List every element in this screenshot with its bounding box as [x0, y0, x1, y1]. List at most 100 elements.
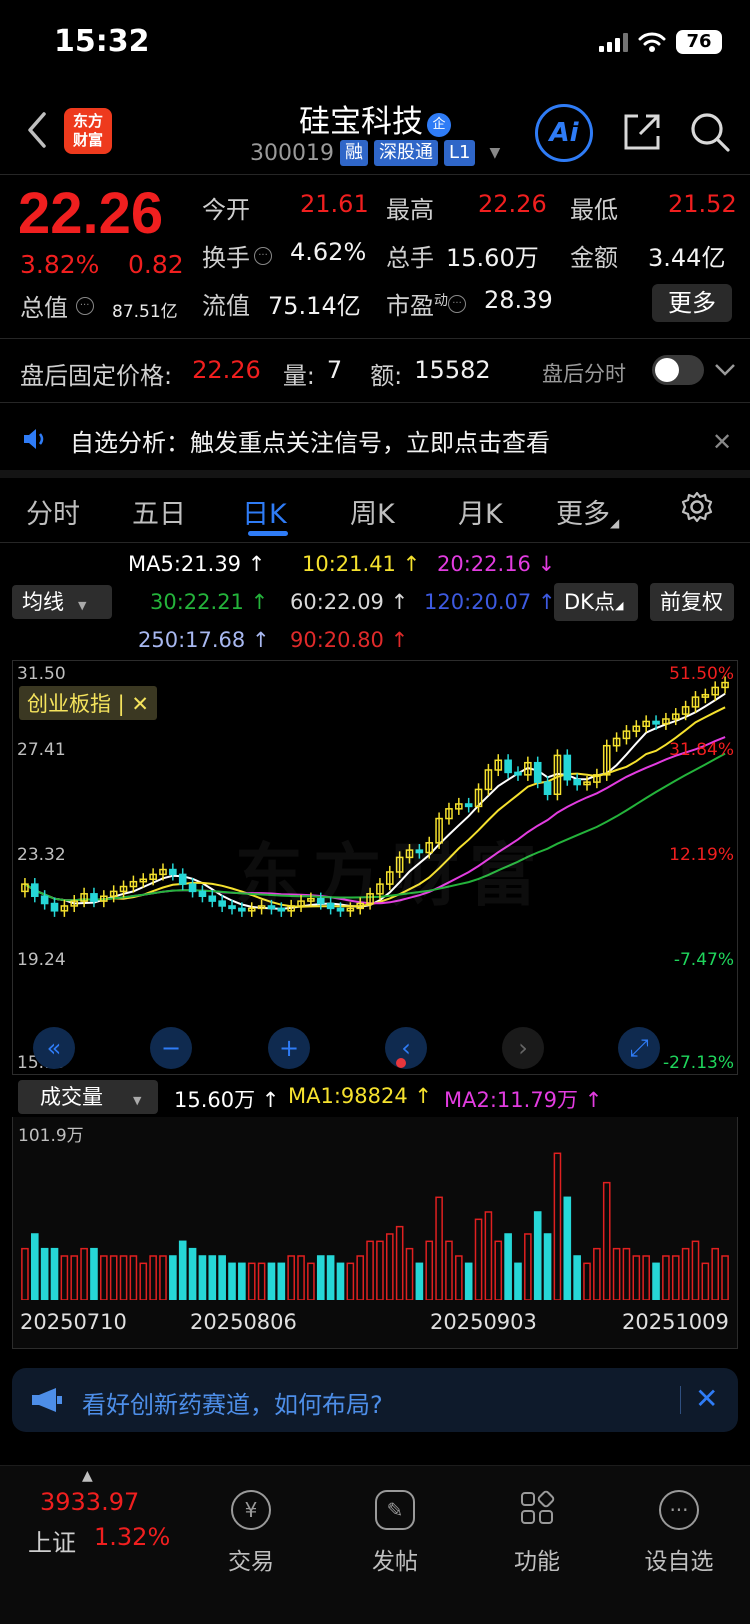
volume-bar — [129, 1255, 138, 1300]
last-price: 22.26 — [18, 181, 164, 246]
volume-max-label: 101.9万 — [18, 1126, 84, 1146]
scroll-right-button[interactable]: › — [502, 1027, 544, 1069]
amount-label: 金额 — [570, 244, 618, 272]
ma120-legend: 120:20.07 ↑ — [424, 590, 556, 614]
pe-value: 28.39 — [484, 286, 553, 314]
candle-body — [208, 895, 217, 902]
after-hours-chart-label: 盘后分时 — [542, 362, 626, 386]
after-hours-toggle[interactable] — [652, 355, 704, 385]
zoom-out-button[interactable]: − — [150, 1027, 192, 1069]
tab-daily-k[interactable]: 日K — [242, 492, 287, 531]
volume-bar — [721, 1255, 729, 1300]
fullscreen-button[interactable]: ⤢ — [618, 1027, 660, 1069]
ma20-legend: 20:22.16 ↓ — [437, 552, 556, 576]
volume-bar — [307, 1262, 315, 1300]
candle-body — [198, 890, 207, 897]
nav-post[interactable]: ✎ 发帖 — [340, 1490, 450, 1576]
forward-adjust-button[interactable]: 前复权 — [650, 583, 734, 621]
volume-bar — [573, 1255, 581, 1300]
open-label: 今开 — [202, 196, 250, 224]
volume-bar — [139, 1262, 148, 1300]
expand-up-icon[interactable]: ▲ — [82, 1468, 93, 1484]
volume-bar — [524, 1233, 532, 1300]
volume-bar — [405, 1247, 414, 1300]
info-icon[interactable]: ··· — [75, 297, 94, 315]
tab-more[interactable]: 更多◢ — [556, 492, 619, 531]
ai-assistant-button[interactable]: Ai — [535, 104, 593, 162]
volume-bar — [30, 1233, 39, 1300]
price-axis-tick: 27.41 — [17, 740, 66, 760]
after-hours-qty: 7 — [326, 356, 343, 384]
volume-bar — [149, 1255, 157, 1300]
more-quote-button[interactable]: 更多 — [652, 284, 732, 322]
search-icon[interactable] — [688, 110, 732, 154]
volume-bar — [445, 1240, 453, 1300]
tab-intraday[interactable]: 分时 — [26, 492, 80, 531]
grid-apps-icon — [517, 1490, 557, 1530]
candle-body — [563, 754, 572, 781]
volume-chart[interactable] — [12, 1117, 738, 1300]
candle-body — [30, 883, 39, 897]
low-label: 最低 — [570, 196, 618, 224]
share-icon[interactable] — [620, 110, 664, 154]
volume-bar — [238, 1262, 246, 1300]
stock-code-row[interactable]: 300019 融 深股通 L1 ▼ — [250, 140, 500, 166]
volume-bar — [395, 1225, 404, 1300]
ma10-legend: 10:21.41 ↑ — [302, 552, 421, 576]
scroll-start-button[interactable]: « — [33, 1027, 75, 1069]
volume-bar — [218, 1255, 226, 1300]
indicator-select[interactable]: 均线 ▼ — [12, 585, 112, 619]
volume-bar — [287, 1255, 295, 1300]
volume-bar — [60, 1255, 69, 1300]
volume-bar — [90, 1247, 98, 1300]
status-time: 15:32 — [54, 24, 150, 59]
volume-bar — [602, 1181, 611, 1300]
index-overlay-chip[interactable]: 创业板指 | ✕ — [19, 686, 158, 720]
market-cap-label[interactable]: 总值 ··· — [20, 288, 94, 323]
tab-five-day[interactable]: 五日 — [132, 492, 186, 531]
level1-tag: L1 — [443, 140, 476, 166]
price-axis-tick: 19.24 — [17, 950, 66, 970]
index-value[interactable]: 3933.97 — [40, 1488, 139, 1516]
index-percent[interactable]: 1.32% — [94, 1523, 170, 1551]
volume-bar — [671, 1255, 680, 1300]
volume-bar — [366, 1240, 374, 1300]
volume-bar — [257, 1262, 266, 1300]
volume-value: 15.60万 ↑ — [174, 1088, 280, 1112]
dk-point-button[interactable]: DK点◢ — [554, 583, 638, 621]
volume-bar — [711, 1247, 720, 1300]
alert-banner-text[interactable]: 自选分析：触发重点关注信号，立即点击查看 — [70, 423, 550, 458]
gear-icon[interactable] — [680, 490, 714, 524]
scroll-left-button[interactable]: ‹ — [385, 1027, 427, 1069]
price-axis-tick: 31.50 — [17, 664, 66, 684]
volume-bar — [50, 1247, 59, 1300]
nav-trade[interactable]: ¥ 交易 — [196, 1490, 306, 1576]
candle-body — [533, 761, 542, 783]
header-divider — [0, 174, 750, 175]
nav-add-watchlist[interactable]: ··· 设自选 — [624, 1490, 734, 1576]
margin-tag: 融 — [339, 140, 368, 166]
volume-bar — [484, 1211, 493, 1300]
info-icon[interactable]: ··· — [254, 247, 272, 265]
promo-text[interactable]: 看好创新药赛道，如何布局? — [82, 1385, 383, 1420]
volume-bar — [583, 1262, 591, 1300]
volume-bar — [109, 1255, 118, 1300]
zoom-in-button[interactable]: + — [268, 1027, 310, 1069]
info-icon[interactable]: ··· — [448, 295, 466, 313]
tab-weekly-k[interactable]: 周K — [350, 492, 395, 531]
candle-body — [464, 803, 473, 808]
volume-bar — [622, 1247, 631, 1300]
index-name[interactable]: 上证 — [28, 1523, 76, 1558]
enterprise-badge-icon: 企 — [427, 113, 451, 137]
tab-monthly-k[interactable]: 月K — [458, 492, 503, 531]
candle-body — [50, 902, 59, 912]
ma30-legend: 30:22.21 ↑ — [150, 590, 269, 614]
float-cap-label: 流值 — [202, 292, 250, 320]
candle-body — [514, 771, 522, 776]
alert-close-icon[interactable]: ✕ — [712, 428, 732, 456]
stock-code: 300019 — [250, 140, 334, 166]
nav-functions[interactable]: 功能 — [482, 1490, 592, 1576]
promo-close-icon[interactable]: ✕ — [695, 1382, 718, 1415]
volume-indicator-select[interactable]: 成交量 ▼ — [18, 1080, 158, 1114]
chevron-down-icon[interactable] — [714, 362, 736, 378]
